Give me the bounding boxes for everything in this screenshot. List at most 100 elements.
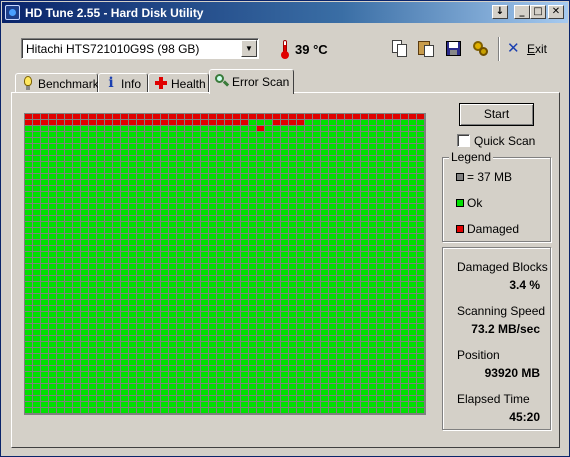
ok-block [233,360,240,365]
ok-block [137,162,144,167]
tab-info[interactable]: i Info [98,73,148,93]
ok-block [57,372,64,377]
ok-block [329,144,336,149]
ok-block [377,222,384,227]
ok-block [129,138,136,143]
save-icon[interactable] [443,38,463,58]
ok-block [321,270,328,275]
ok-block [57,306,64,311]
ok-block [329,150,336,155]
drive-select[interactable]: Hitachi HTS721010G9S (98 GB) ▼ [21,38,259,59]
ok-block [225,258,232,263]
app-logo-icon[interactable] [5,5,20,20]
ok-block [145,246,152,251]
ok-block [305,192,312,197]
ok-block [273,312,280,317]
options-icon[interactable] [470,38,490,58]
maximize-button[interactable]: □ [530,5,546,19]
ok-block [353,354,360,359]
ok-block [297,198,304,203]
ok-block [313,186,320,191]
copy-info-icon[interactable] [390,38,410,58]
ok-block [193,234,200,239]
copy-screen-icon[interactable] [416,38,436,58]
ok-block [169,246,176,251]
ok-block [65,246,72,251]
close-button[interactable]: ✕ [548,5,564,19]
ok-block [329,240,336,245]
ok-block [161,168,168,173]
ok-block [65,330,72,335]
ok-block [281,330,288,335]
ok-block [249,396,256,401]
ok-block [153,168,160,173]
ok-block [321,234,328,239]
ok-block [81,126,88,131]
ok-block [265,282,272,287]
ok-block [105,402,112,407]
ok-block [393,318,400,323]
minimize-button[interactable]: _ [514,5,530,19]
ok-block [353,210,360,215]
ok-block [329,132,336,137]
ok-block [417,252,424,257]
ok-block [233,258,240,263]
ok-block [297,306,304,311]
ok-block [137,300,144,305]
ok-block [393,192,400,197]
ok-block [289,270,296,275]
ok-block [137,138,144,143]
ok-block [313,168,320,173]
ok-block [345,402,352,407]
ok-block [353,162,360,167]
chevron-down-icon[interactable]: ▼ [241,40,257,57]
ok-block [249,270,256,275]
ok-block [137,234,144,239]
damaged-block [337,114,344,119]
ok-block [241,306,248,311]
tab-health[interactable]: Health [148,73,209,93]
ok-block [217,216,224,221]
ok-block [177,150,184,155]
ok-block [97,198,104,203]
tab-benchmark[interactable]: Benchmark [15,73,99,93]
ok-block [353,372,360,377]
ok-block [33,162,40,167]
ok-block [417,354,424,359]
ok-block [305,252,312,257]
ok-block [145,180,152,185]
ok-block [81,210,88,215]
ok-block [25,390,32,395]
ok-block [297,342,304,347]
ok-block [337,336,344,341]
ok-block [201,138,208,143]
ok-block [121,288,128,293]
quick-scan-checkbox[interactable] [457,134,470,147]
ok-block [177,192,184,197]
ok-block [137,174,144,179]
ok-block [137,252,144,257]
ok-block [345,360,352,365]
title-bar[interactable]: HD Tune 2.55 - Hard Disk Utility ↓ _ □ ✕ [2,2,568,23]
ok-block [49,408,56,413]
ok-block [353,312,360,317]
ok-block [169,336,176,341]
scroll-down-button[interactable]: ↓ [492,5,508,19]
ok-block [401,276,408,281]
ok-block [25,396,32,401]
ok-block [281,186,288,191]
ok-block [249,222,256,227]
ok-block [41,324,48,329]
ok-block [225,300,232,305]
start-button[interactable]: Start [459,103,534,126]
ok-block [121,396,128,401]
tab-error-scan[interactable]: Error Scan [209,69,294,94]
ok-block [177,276,184,281]
ok-block [361,354,368,359]
ok-block [89,174,96,179]
ok-block [153,210,160,215]
ok-block [265,402,272,407]
ok-block [73,306,80,311]
ok-block [385,150,392,155]
ok-block [161,402,168,407]
